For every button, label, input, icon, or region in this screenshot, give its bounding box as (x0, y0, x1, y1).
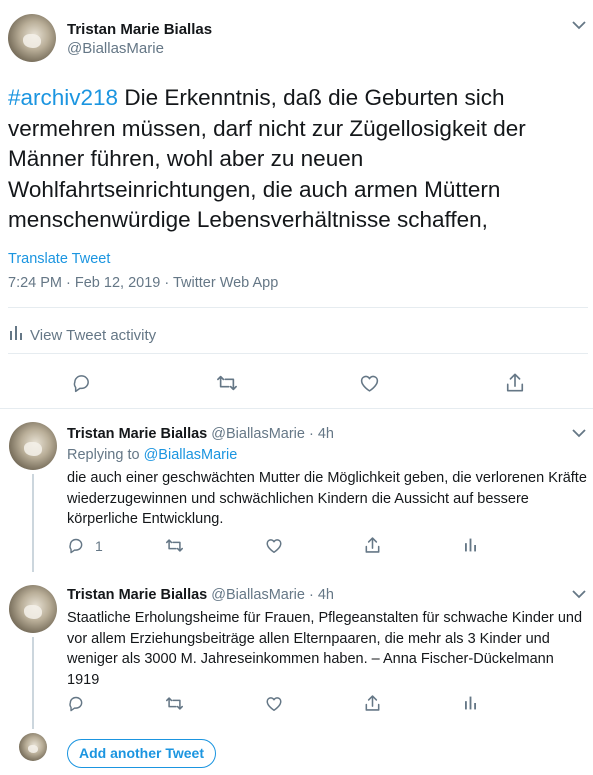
tweet-meta[interactable]: 7:24 PM · Feb 12, 2019 · Twitter Web App (8, 275, 278, 291)
chevron-down-icon[interactable] (572, 20, 586, 30)
retweet-button[interactable] (165, 537, 184, 554)
activity-label: View Tweet activity (30, 326, 157, 344)
author-avatar[interactable] (8, 14, 56, 62)
reply-handle-time[interactable]: @BiallasMarie · 4h (211, 587, 334, 603)
reply-avatar[interactable] (9, 585, 57, 633)
reply-button[interactable] (67, 695, 85, 712)
heart-icon (360, 375, 379, 392)
add-another-tweet-button[interactable]: Add another Tweet (67, 739, 216, 768)
view-tweet-activity[interactable]: View Tweet activity (10, 326, 156, 344)
reply-button[interactable] (71, 373, 92, 393)
composer-avatar[interactable] (19, 733, 47, 761)
tweet-text: #archiv218 Die Erkenntnis, daß die Gebur… (8, 83, 588, 236)
analytics-button[interactable] (465, 696, 476, 710)
retweet-icon (217, 375, 237, 391)
translate-tweet-link[interactable]: Translate Tweet (8, 251, 110, 267)
retweet-button[interactable] (165, 695, 184, 712)
like-button[interactable] (265, 695, 283, 712)
retweet-icon (165, 697, 183, 710)
share-button[interactable] (505, 372, 525, 393)
replying-to: Replying to @BiallasMarie (67, 447, 238, 463)
chevron-down-icon[interactable] (572, 589, 586, 599)
share-icon (365, 537, 380, 553)
heart-icon (266, 697, 282, 711)
replying-to-handle[interactable]: @BiallasMarie (144, 447, 238, 463)
reply-button[interactable]: 1 (67, 537, 103, 554)
retweet-icon (165, 539, 183, 552)
reply-thread-line (32, 474, 34, 572)
reply-text: Staatliche Erholungsheime für Frauen, Pf… (67, 610, 583, 688)
reply-header: Tristan Marie Biallas @BiallasMarie · 4h (67, 587, 334, 603)
like-button[interactable] (265, 537, 283, 554)
reply-avatar[interactable] (9, 422, 57, 470)
hashtag-link[interactable]: #archiv218 (8, 85, 118, 110)
share-icon (365, 695, 380, 711)
analytics-icon (465, 696, 476, 710)
reply-author-name[interactable]: Tristan Marie Biallas (67, 587, 207, 603)
analytics-icon (465, 538, 476, 552)
retweet-button[interactable] (216, 373, 238, 393)
share-button[interactable] (364, 536, 381, 554)
reply-count: 1 (95, 537, 103, 554)
activity-icon (10, 326, 22, 344)
author-handle[interactable]: @BiallasMarie (67, 40, 164, 57)
reply-text: die auch einer geschwächten Mutter die M… (67, 470, 587, 527)
share-icon (506, 373, 524, 392)
reply-icon (69, 696, 83, 712)
reply-icon (69, 538, 83, 554)
author-name[interactable]: Tristan Marie Biallas (67, 21, 212, 38)
reply-icon (73, 375, 89, 393)
heart-icon (266, 539, 282, 553)
share-button[interactable] (364, 694, 381, 712)
reply-author-name[interactable]: Tristan Marie Biallas (67, 426, 207, 442)
reply-thread-line (32, 637, 34, 729)
analytics-button[interactable] (465, 538, 476, 552)
reply-handle-time[interactable]: @BiallasMarie · 4h (211, 426, 334, 442)
reply-header: Tristan Marie Biallas @BiallasMarie · 4h (67, 426, 334, 442)
chevron-down-icon[interactable] (572, 428, 586, 438)
like-button[interactable] (359, 373, 380, 393)
